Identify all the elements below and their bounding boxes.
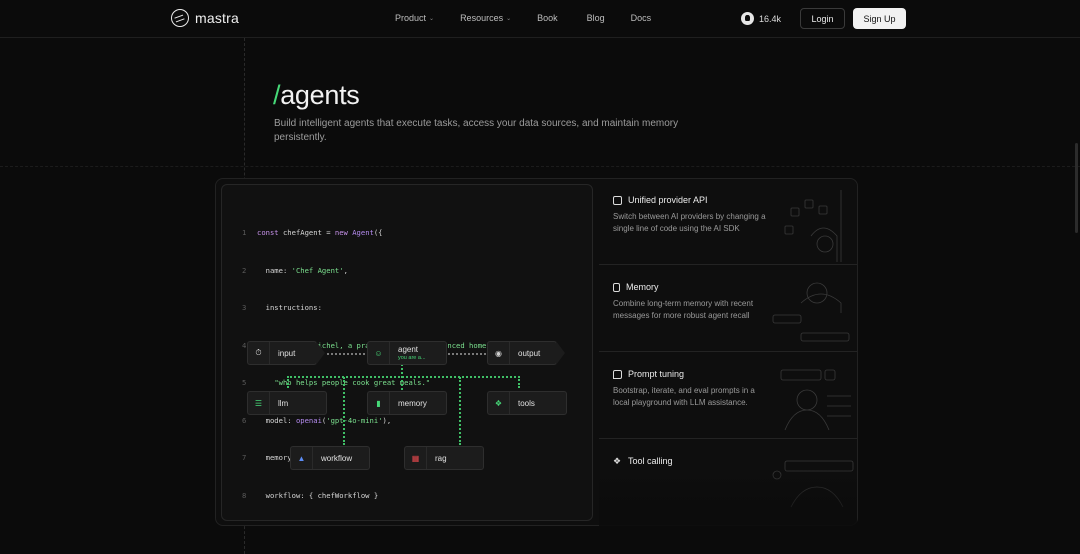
feature-prompt-tuning[interactable]: Prompt tuning Bootstrap, iterate, and ev… bbox=[599, 352, 857, 439]
prompt-illustration-icon bbox=[780, 369, 851, 431]
node-workflow[interactable]: ▲ workflow bbox=[290, 446, 370, 470]
brand-logo[interactable]: mastra bbox=[171, 9, 239, 27]
feature-title: Prompt tuning bbox=[613, 369, 684, 379]
code-line: 3 instructions: bbox=[242, 302, 521, 315]
connector-tree-top bbox=[287, 376, 520, 388]
node-label: input bbox=[278, 348, 296, 358]
github-icon bbox=[741, 12, 754, 25]
login-button[interactable]: Login bbox=[800, 8, 845, 29]
guide-line-horizontal bbox=[0, 166, 1080, 167]
node-tools[interactable]: ❖ tools bbox=[487, 391, 567, 415]
chevron-down-icon: ⌄ bbox=[429, 15, 435, 22]
memory-icon: ▮ bbox=[368, 392, 390, 414]
node-llm[interactable]: ☰ llm bbox=[247, 391, 327, 415]
bottom-fade-overlay bbox=[599, 466, 857, 554]
node-label: tools bbox=[518, 398, 535, 408]
node-memory[interactable]: ▮ memory bbox=[367, 391, 447, 415]
menu-item-resources[interactable]: Resources ⌄ bbox=[460, 13, 511, 23]
memory-icon bbox=[613, 282, 620, 292]
brand-name: mastra bbox=[195, 10, 239, 26]
globe-icon: ◉ bbox=[488, 342, 510, 364]
line-number: 7 bbox=[242, 453, 247, 462]
connector-agent-down bbox=[401, 364, 403, 390]
connector-workflow bbox=[343, 377, 345, 445]
lines-icon: ☰ bbox=[248, 392, 270, 414]
menu-item-label: Book bbox=[537, 13, 558, 23]
page-description: Build intelligent agents that execute ta… bbox=[274, 118, 679, 143]
main-menu: Product ⌄ Resources ⌄ Book Blog Docs bbox=[395, 13, 651, 23]
code-line: 6 model: openai('gpt-4o-mini'), bbox=[242, 415, 521, 428]
node-input[interactable]: ⏱ input bbox=[247, 341, 325, 365]
grid-icon: ▦ bbox=[405, 447, 427, 469]
workflow-icon: ▲ bbox=[291, 447, 313, 469]
menu-item-label: Blog bbox=[586, 13, 605, 23]
line-number: 3 bbox=[242, 303, 247, 312]
line-number: 2 bbox=[242, 265, 247, 275]
connector-input-agent bbox=[327, 353, 365, 355]
feature-title: Memory bbox=[613, 282, 659, 292]
node-label: rag bbox=[435, 453, 447, 463]
line-number: 1 bbox=[242, 228, 247, 237]
chat-icon bbox=[613, 369, 622, 379]
code-line: 2 name: 'Chef Agent', bbox=[242, 265, 521, 278]
agent-icon: ☺ bbox=[368, 342, 390, 364]
node-label: output bbox=[518, 348, 541, 358]
menu-item-product[interactable]: Product ⌄ bbox=[395, 13, 434, 23]
github-stars-count: 16.4k bbox=[759, 13, 782, 24]
node-label: memory bbox=[398, 398, 427, 408]
agent-subtitle: you are a... bbox=[398, 355, 426, 361]
page-scrollbar[interactable] bbox=[1075, 143, 1078, 233]
menu-item-blog[interactable]: Blog bbox=[587, 13, 605, 23]
line-number: 5 bbox=[242, 378, 247, 387]
node-label: agent bbox=[398, 345, 419, 354]
agent-label-group: agent you are a... bbox=[398, 345, 426, 361]
node-label: workflow bbox=[321, 453, 353, 463]
node-rag[interactable]: ▦ rag bbox=[404, 446, 484, 470]
top-nav: mastra Product ⌄ Resources ⌄ Book Blog D… bbox=[0, 0, 1080, 38]
connector-agent-output bbox=[448, 353, 486, 355]
tools-icon: ❖ bbox=[488, 392, 510, 414]
feature-description: Bootstrap, iterate, and eval prompts in … bbox=[613, 386, 755, 408]
feature-title-text: Tool calling bbox=[628, 456, 673, 466]
menu-item-book[interactable]: Book bbox=[537, 13, 558, 23]
node-agent[interactable]: ☺ agent you are a... bbox=[367, 341, 447, 365]
mastra-logo-icon bbox=[171, 9, 189, 27]
feature-description: Switch between AI providers by changing … bbox=[613, 212, 766, 234]
line-number: 6 bbox=[242, 415, 247, 425]
code-line: 1 const chefAgent = new Agent({ bbox=[242, 227, 521, 240]
line-number: 8 bbox=[242, 490, 247, 500]
tool-icon: ❖ bbox=[613, 455, 622, 466]
provider-icon bbox=[613, 195, 622, 205]
provider-illustration-icon bbox=[784, 190, 842, 262]
github-stars-link[interactable]: 16.4k bbox=[741, 12, 781, 25]
feature-description: Combine long-term memory with recent mes… bbox=[613, 299, 754, 321]
feature-title-text: Prompt tuning bbox=[628, 369, 685, 379]
feature-title-text: Unified provider API bbox=[628, 195, 708, 205]
feature-title: Unified provider API bbox=[613, 195, 708, 205]
signup-button[interactable]: Sign Up bbox=[853, 8, 906, 29]
node-label: llm bbox=[278, 398, 289, 408]
menu-item-docs[interactable]: Docs bbox=[631, 13, 652, 23]
node-output[interactable]: ◉ output bbox=[487, 341, 565, 365]
page-title: /agents bbox=[273, 80, 360, 111]
code-line: 8 workflow: { chefWorkflow } bbox=[242, 490, 521, 503]
memory-illustration-icon bbox=[772, 282, 850, 342]
feature-title: ❖ Tool calling bbox=[613, 456, 673, 466]
feature-title-text: Memory bbox=[626, 282, 659, 292]
menu-item-label: Product bbox=[395, 13, 427, 23]
title-text: agents bbox=[280, 80, 360, 110]
chevron-down-icon: ⌄ bbox=[506, 15, 512, 22]
menu-item-label: Resources bbox=[460, 13, 504, 23]
timer-icon: ⏱ bbox=[248, 342, 270, 364]
feature-unified-provider-api[interactable]: Unified provider API Switch between AI p… bbox=[599, 178, 857, 265]
feature-memory[interactable]: Memory Combine long-term memory with rec… bbox=[599, 265, 857, 352]
connector-rag bbox=[459, 377, 461, 445]
menu-item-label: Docs bbox=[630, 13, 652, 23]
